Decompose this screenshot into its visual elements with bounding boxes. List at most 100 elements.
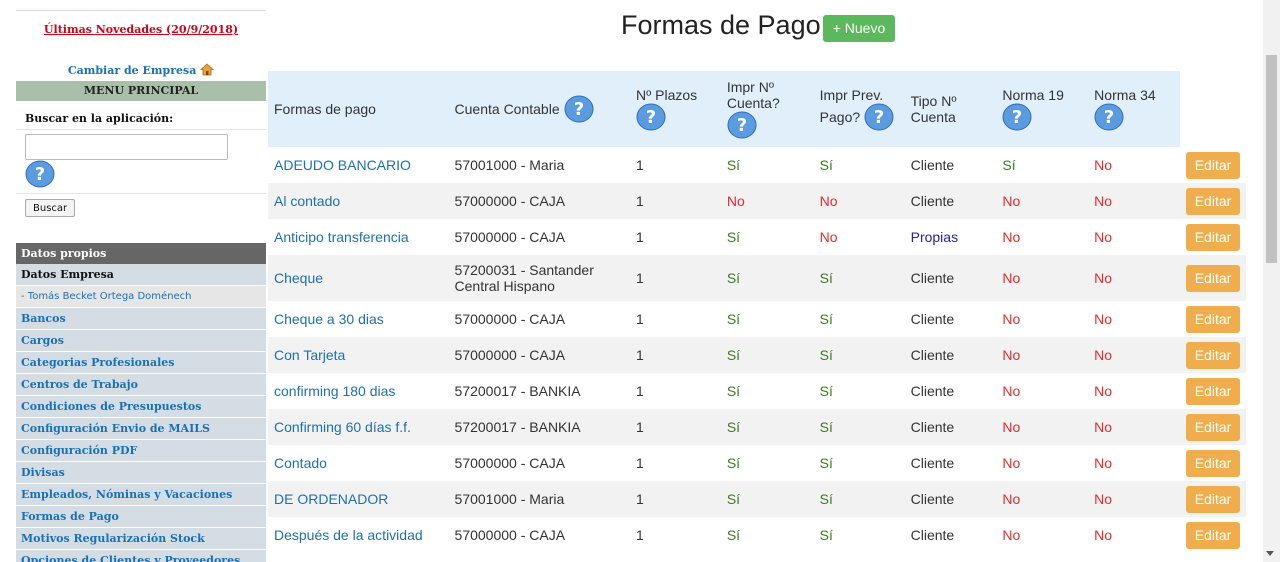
cell-norma19: No [1002, 229, 1021, 245]
sidebar-item-centros[interactable]: Centros de Trabajo [16, 374, 266, 396]
house-icon[interactable] [200, 63, 215, 76]
cell-print-account: No [720, 183, 814, 219]
cell-terms: 1 [636, 455, 644, 471]
search-input[interactable] [25, 134, 228, 160]
col-header-norma19[interactable]: Norma 19 ? [996, 71, 1089, 147]
cell-name: confirming 180 dias [268, 373, 449, 409]
cell-account-type: Cliente [910, 311, 955, 327]
cell-account: 57000000 - CAJA [449, 219, 631, 255]
cell-norma19: No [996, 481, 1089, 517]
help-icon[interactable]: ? [636, 103, 666, 131]
col-header-account-type[interactable]: Tipo Nº Cuenta [904, 71, 997, 147]
payment-method-link[interactable]: Confirming 60 días f.f. [274, 419, 411, 435]
scrollbar-thumb[interactable] [1266, 55, 1277, 263]
cell-norma34: No [1094, 383, 1113, 399]
sidebar-item-config-mails[interactable]: Configuración Envio de MAILS [16, 418, 266, 440]
edit-button[interactable]: Editar [1186, 305, 1240, 333]
search-button[interactable]: Buscar [25, 199, 76, 217]
table-row: DE ORDENADOR 57001000 - Maria 1 Sí Sí Cliente… [268, 481, 1246, 517]
account-line-1: 57200017 - BANKIA [454, 419, 581, 435]
cell-print-account: Sí [720, 481, 814, 517]
edit-button[interactable]: Editar [1186, 341, 1240, 369]
cell-account: 57000000 - CAJA [449, 517, 631, 553]
cell-account: 57200031 - Santander Central Hispano [448, 255, 631, 301]
payment-method-link[interactable]: Anticipo transferencia [274, 229, 409, 245]
cell-norma34: No [1088, 481, 1180, 517]
edit-button[interactable]: Editar [1186, 264, 1240, 292]
cell-print-prev: Sí [813, 255, 905, 301]
cell-actions: Editar [1180, 219, 1246, 255]
account-line-1: 57200031 - Santander [454, 262, 594, 278]
account-line-1: 57000000 - CAJA [454, 455, 566, 471]
col-header-print-prev-label-2: Pago? [819, 109, 861, 125]
edit-button[interactable]: Editar [1186, 151, 1240, 179]
cell-terms: 1 [636, 527, 644, 543]
cell-terms: 1 [630, 183, 721, 219]
sidebar-item-bancos[interactable]: Bancos [16, 308, 266, 330]
cell-name: Anticipo transferencia [268, 219, 449, 255]
sidebar-item-empleados[interactable]: Empleados, Nóminas y Vacaciones [16, 484, 266, 506]
payment-method-link[interactable]: ADEUDO BANCARIO [274, 157, 411, 173]
news-link[interactable]: Últimas Novedades (20/9/2018) [44, 23, 238, 36]
edit-button[interactable]: Editar [1186, 449, 1240, 477]
payment-method-link[interactable]: confirming 180 dias [274, 383, 395, 399]
change-company-label[interactable]: Cambiar de Empresa [68, 64, 197, 77]
col-header-print-prev[interactable]: Impr Prev. Pago? ? [813, 71, 905, 147]
edit-button[interactable]: Editar [1186, 521, 1240, 549]
payment-method-link[interactable]: Con Tarjeta [274, 347, 345, 363]
page-title: Formas de Pago [621, 10, 821, 40]
cell-account-type: Cliente [904, 337, 997, 373]
edit-button[interactable]: Editar [1186, 485, 1240, 513]
edit-button[interactable]: Editar [1186, 413, 1240, 441]
new-payment-button[interactable]: + Nuevo [823, 15, 895, 42]
change-company-link[interactable]: Cambiar de Empresa [16, 63, 266, 77]
payment-method-link[interactable]: Contado [274, 455, 327, 471]
col-header-print-account-label-2: Cuenta? [726, 95, 780, 111]
help-icon[interactable]: ? [1094, 103, 1124, 131]
payment-method-link[interactable]: Al contado [274, 193, 340, 209]
col-header-norma34[interactable]: Norma 34 ? [1088, 71, 1180, 147]
col-header-print-account[interactable]: Impr Nº Cuenta? ? [720, 71, 814, 147]
payment-method-link[interactable]: Después de la actividad [274, 527, 423, 543]
account-line-1: 57200017 - BANKIA [454, 383, 581, 399]
sidebar-item-config-pdf[interactable]: Configuración PDF [16, 440, 266, 462]
sidebar-item-company-user[interactable]: - Tomás Becket Ortega Doménech [16, 286, 266, 308]
cell-print-prev: Sí [819, 157, 833, 173]
sidebar-item-datos-empresa[interactable]: Datos Empresa [16, 264, 266, 286]
edit-button[interactable]: Editar [1186, 377, 1240, 405]
table-row: Cheque 57200031 - Santander Central Hispan… [268, 255, 1246, 301]
help-icon[interactable]: ? [864, 103, 894, 131]
help-icon[interactable]: ? [1002, 103, 1032, 131]
cell-account: 57001000 - Maria [449, 147, 631, 183]
cell-name: Con Tarjeta [268, 337, 449, 373]
sidebar-item-opciones[interactable]: Opciones de Clientes y Proveedores [16, 550, 266, 562]
payment-method-link[interactable]: DE ORDENADOR [274, 491, 388, 507]
payment-method-link[interactable]: Cheque a 30 dias [274, 311, 384, 327]
payment-method-link[interactable]: Cheque [274, 270, 323, 286]
cell-print-prev: Sí [819, 455, 833, 471]
cell-name: Cheque a 30 dias [268, 301, 449, 337]
cell-actions: Editar [1180, 373, 1246, 409]
cell-terms: 1 [636, 229, 644, 245]
col-header-name[interactable]: Formas de pago [268, 71, 449, 147]
sidebar-item-motivos[interactable]: Motivos Regularización Stock [16, 528, 266, 550]
table-row: Con Tarjeta 57000000 - CAJA 1 Sí Sí Cliente No… [268, 337, 1246, 373]
help-icon[interactable]: ? [727, 111, 757, 139]
scroll-down-arrow[interactable] [1266, 551, 1274, 556]
sidebar-item-categorias[interactable]: Categorias Profesionales [16, 352, 266, 374]
col-header-account[interactable]: Cuenta Contable ? [448, 71, 631, 147]
edit-button[interactable]: Editar [1186, 187, 1240, 215]
cell-print-prev: No [819, 229, 838, 245]
col-header-terms[interactable]: Nº Plazos ? [630, 71, 721, 147]
help-icon[interactable]: ? [564, 95, 594, 123]
edit-button[interactable]: Editar [1186, 223, 1240, 251]
col-header-account-type-label-2: Cuenta [910, 109, 956, 125]
help-icon[interactable]: ? [25, 160, 55, 191]
sidebar-item-divisas[interactable]: Divisas [16, 462, 266, 484]
sidebar-item-formas-pago[interactable]: Formas de Pago [16, 506, 266, 528]
sidebar-item-condiciones[interactable]: Condiciones de Presupuestos [16, 396, 266, 418]
cell-print-prev: No [813, 183, 905, 219]
sidebar-item-cargos[interactable]: Cargos [16, 330, 266, 352]
cell-norma34: No [1094, 527, 1113, 543]
col-header-terms-label: Nº Plazos [636, 87, 698, 103]
